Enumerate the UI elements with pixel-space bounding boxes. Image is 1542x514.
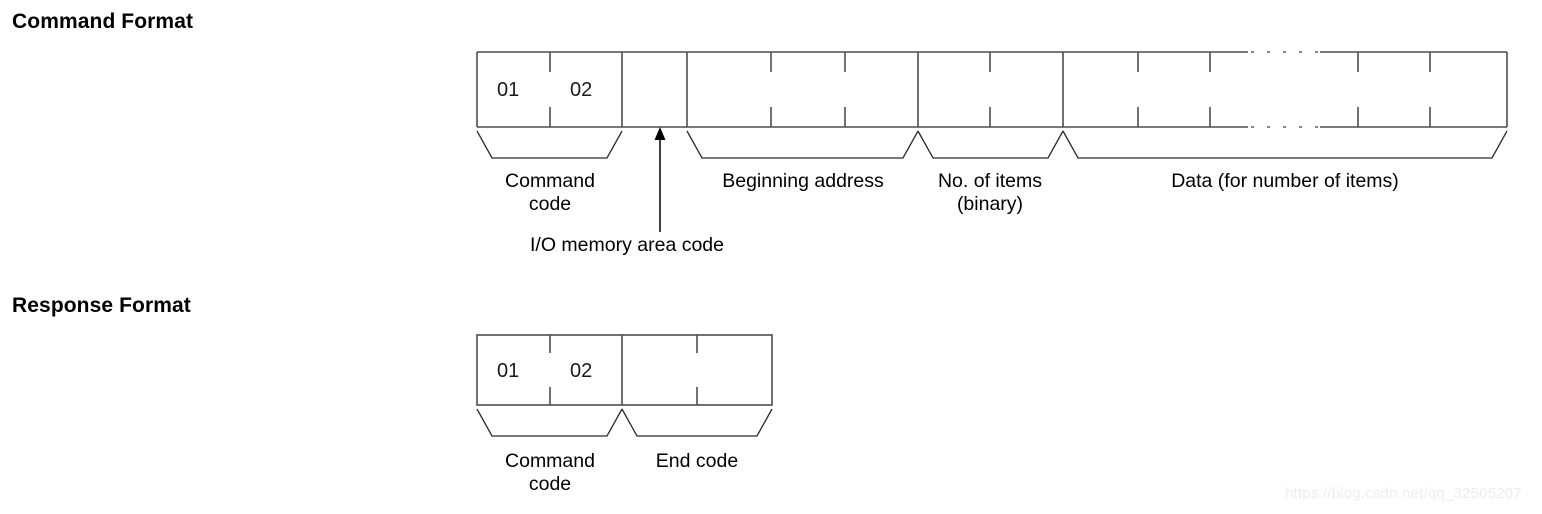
brace-command-code bbox=[476, 130, 623, 159]
brace-response-command-code bbox=[476, 408, 623, 437]
response-format-box bbox=[476, 334, 773, 406]
label-command-code-line1: Command bbox=[505, 170, 595, 192]
brace-no-of-items bbox=[917, 130, 1064, 159]
label-data-line1: Data (for number of items) bbox=[1171, 170, 1399, 192]
watermark: https://blog.csdn.net/qq_32505207 bbox=[1285, 485, 1522, 502]
format-diagrams bbox=[476, 51, 1508, 437]
command-cell-value-02: 02 bbox=[570, 79, 593, 101]
label-command-code-line2: code bbox=[528, 193, 572, 215]
label-no-of-items-line2: (binary) bbox=[956, 193, 1024, 215]
brace-beginning-address bbox=[686, 130, 919, 159]
brace-end-code bbox=[621, 408, 773, 437]
arrow-head-icon bbox=[654, 127, 666, 140]
response-box-outline bbox=[476, 334, 773, 406]
label-io-memory-area-code-line1: I/O memory area code bbox=[530, 234, 724, 256]
response-cell-value-01: 01 bbox=[497, 360, 520, 382]
response-format-braces bbox=[476, 408, 773, 437]
label-no-of-items: No. of items (binary) bbox=[890, 170, 1090, 216]
command-byte-ticks bbox=[549, 52, 1431, 127]
label-end-code-line1: End code bbox=[655, 450, 739, 472]
command-format-box bbox=[476, 51, 1508, 128]
label-response-command-code: Command code bbox=[450, 450, 650, 496]
label-response-command-code-line2: code bbox=[528, 473, 572, 495]
response-cell-value-02: 02 bbox=[570, 360, 593, 382]
label-io-memory-area-code: I/O memory area code bbox=[530, 234, 800, 257]
command-cell-value-01: 01 bbox=[497, 79, 520, 101]
label-no-of-items-line1: No. of items bbox=[937, 170, 1043, 192]
command-format-braces bbox=[476, 130, 1508, 159]
label-data: Data (for number of items) bbox=[1085, 170, 1485, 193]
label-command-code: Command code bbox=[450, 170, 650, 216]
label-end-code: End code bbox=[622, 450, 772, 473]
label-response-command-code-line1: Command bbox=[505, 450, 595, 472]
brace-data bbox=[1062, 130, 1508, 159]
